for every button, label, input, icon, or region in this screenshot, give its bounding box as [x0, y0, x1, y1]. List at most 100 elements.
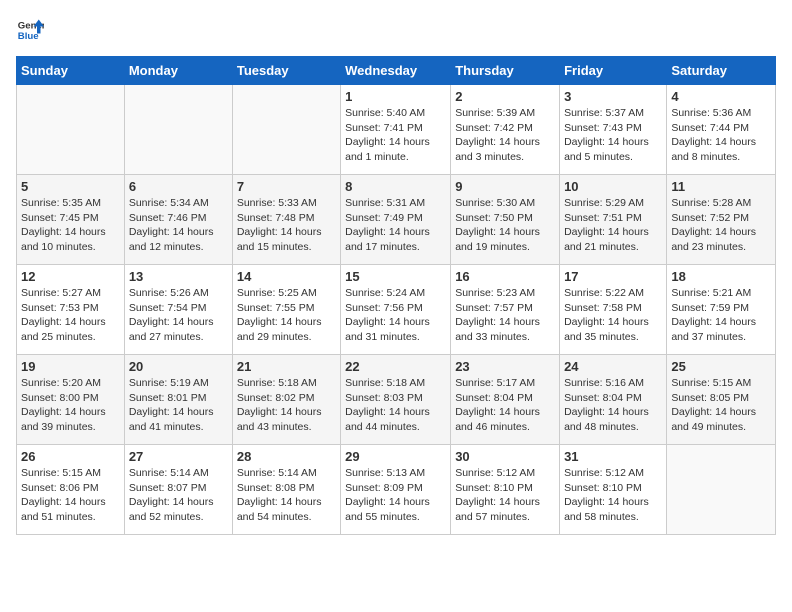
calendar-cell: 14 Sunrise: 5:25 AMSunset: 7:55 PMDayligh…	[232, 265, 340, 355]
day-info: Sunrise: 5:15 AMSunset: 8:05 PMDaylight:…	[671, 376, 771, 435]
calendar-cell: 29 Sunrise: 5:13 AMSunset: 8:09 PMDayligh…	[341, 445, 451, 535]
calendar-table: SundayMondayTuesdayWednesdayThursdayFrid…	[16, 56, 776, 535]
day-number: 5	[21, 179, 120, 194]
day-number: 7	[237, 179, 336, 194]
calendar-cell	[124, 85, 232, 175]
day-info: Sunrise: 5:35 AMSunset: 7:45 PMDaylight:…	[21, 196, 120, 255]
day-number: 15	[345, 269, 446, 284]
day-number: 30	[455, 449, 555, 464]
day-number: 29	[345, 449, 446, 464]
calendar-cell: 26Sunrise: 5:15 AMSunset: 8:06 PMDayligh…	[17, 445, 125, 535]
header-cell-monday: Monday	[124, 57, 232, 85]
day-info: Sunrise: 5:36 AMSunset: 7:44 PMDaylight:…	[671, 106, 771, 165]
day-number: 27	[129, 449, 228, 464]
header-cell-friday: Friday	[560, 57, 667, 85]
calendar-header-row: SundayMondayTuesdayWednesdayThursdayFrid…	[17, 57, 776, 85]
day-info: Sunrise: 5:18 AMSunset: 8:02 PMDaylight:…	[237, 376, 336, 435]
header-cell-thursday: Thursday	[451, 57, 560, 85]
day-info: Sunrise: 5:24 AMSunset: 7:56 PMDaylight:…	[345, 286, 446, 345]
calendar-body: 1 Sunrise: 5:40 AMSunset: 7:41 PMDaylight…	[17, 85, 776, 535]
day-info: Sunrise: 5:16 AMSunset: 8:04 PMDaylight:…	[564, 376, 662, 435]
day-number: 19	[21, 359, 120, 374]
calendar-cell: 20 Sunrise: 5:19 AMSunset: 8:01 PMDayligh…	[124, 355, 232, 445]
header-cell-saturday: Saturday	[667, 57, 776, 85]
logo: General Blue	[16, 16, 44, 44]
calendar-cell	[232, 85, 340, 175]
calendar-cell: 6 Sunrise: 5:34 AMSunset: 7:46 PMDaylight…	[124, 175, 232, 265]
day-info: Sunrise: 5:37 AMSunset: 7:43 PMDaylight:…	[564, 106, 662, 165]
day-info: Sunrise: 5:39 AMSunset: 7:42 PMDaylight:…	[455, 106, 555, 165]
day-number: 2	[455, 89, 555, 104]
day-number: 10	[564, 179, 662, 194]
logo-icon: General Blue	[16, 16, 44, 44]
day-number: 23	[455, 359, 555, 374]
calendar-week-row: 19 Sunrise: 5:20 AMSunset: 8:00 PMDayligh…	[17, 355, 776, 445]
calendar-cell: 12 Sunrise: 5:27 AMSunset: 7:53 PMDayligh…	[17, 265, 125, 355]
calendar-cell: 15 Sunrise: 5:24 AMSunset: 7:56 PMDayligh…	[341, 265, 451, 355]
calendar-cell: 10 Sunrise: 5:29 AMSunset: 7:51 PMDayligh…	[560, 175, 667, 265]
day-info: Sunrise: 5:26 AMSunset: 7:54 PMDaylight:…	[129, 286, 228, 345]
day-info: Sunrise: 5:12 AMSunset: 8:10 PMDaylight:…	[564, 466, 662, 525]
header-cell-wednesday: Wednesday	[341, 57, 451, 85]
day-number: 4	[671, 89, 771, 104]
day-number: 6	[129, 179, 228, 194]
calendar-cell: 22Sunrise: 5:18 AMSunset: 8:03 PMDayligh…	[341, 355, 451, 445]
svg-text:Blue: Blue	[18, 31, 39, 42]
calendar-week-row: 5 Sunrise: 5:35 AMSunset: 7:45 PMDaylight…	[17, 175, 776, 265]
day-number: 16	[455, 269, 555, 284]
day-info: Sunrise: 5:31 AMSunset: 7:49 PMDaylight:…	[345, 196, 446, 255]
day-info: Sunrise: 5:30 AMSunset: 7:50 PMDaylight:…	[455, 196, 555, 255]
calendar-cell: 17 Sunrise: 5:22 AMSunset: 7:58 PMDayligh…	[560, 265, 667, 355]
day-number: 13	[129, 269, 228, 284]
day-number: 9	[455, 179, 555, 194]
day-number: 3	[564, 89, 662, 104]
day-number: 8	[345, 179, 446, 194]
calendar-cell: 18Sunrise: 5:21 AMSunset: 7:59 PMDayligh…	[667, 265, 776, 355]
day-info: Sunrise: 5:34 AMSunset: 7:46 PMDaylight:…	[129, 196, 228, 255]
header-cell-tuesday: Tuesday	[232, 57, 340, 85]
calendar-cell: 25 Sunrise: 5:15 AMSunset: 8:05 PMDayligh…	[667, 355, 776, 445]
day-number: 28	[237, 449, 336, 464]
calendar-week-row: 26Sunrise: 5:15 AMSunset: 8:06 PMDayligh…	[17, 445, 776, 535]
day-number: 22	[345, 359, 446, 374]
day-info: Sunrise: 5:19 AMSunset: 8:01 PMDaylight:…	[129, 376, 228, 435]
day-info: Sunrise: 5:27 AMSunset: 7:53 PMDaylight:…	[21, 286, 120, 345]
calendar-cell: 27Sunrise: 5:14 AMSunset: 8:07 PMDayligh…	[124, 445, 232, 535]
day-number: 31	[564, 449, 662, 464]
day-number: 20	[129, 359, 228, 374]
calendar-cell: 31 Sunrise: 5:12 AMSunset: 8:10 PMDayligh…	[560, 445, 667, 535]
calendar-cell: 4 Sunrise: 5:36 AMSunset: 7:44 PMDaylight…	[667, 85, 776, 175]
day-info: Sunrise: 5:29 AMSunset: 7:51 PMDaylight:…	[564, 196, 662, 255]
day-info: Sunrise: 5:20 AMSunset: 8:00 PMDaylight:…	[21, 376, 120, 435]
day-number: 25	[671, 359, 771, 374]
day-number: 11	[671, 179, 771, 194]
day-info: Sunrise: 5:13 AMSunset: 8:09 PMDaylight:…	[345, 466, 446, 525]
day-info: Sunrise: 5:25 AMSunset: 7:55 PMDaylight:…	[237, 286, 336, 345]
calendar-cell	[17, 85, 125, 175]
day-info: Sunrise: 5:17 AMSunset: 8:04 PMDaylight:…	[455, 376, 555, 435]
day-number: 1	[345, 89, 446, 104]
day-info: Sunrise: 5:15 AMSunset: 8:06 PMDaylight:…	[21, 466, 120, 525]
calendar-cell	[667, 445, 776, 535]
calendar-week-row: 1 Sunrise: 5:40 AMSunset: 7:41 PMDaylight…	[17, 85, 776, 175]
day-number: 17	[564, 269, 662, 284]
calendar-cell: 8 Sunrise: 5:31 AMSunset: 7:49 PMDaylight…	[341, 175, 451, 265]
day-number: 12	[21, 269, 120, 284]
day-number: 14	[237, 269, 336, 284]
header-cell-sunday: Sunday	[17, 57, 125, 85]
calendar-cell: 21 Sunrise: 5:18 AMSunset: 8:02 PMDayligh…	[232, 355, 340, 445]
calendar-cell: 5 Sunrise: 5:35 AMSunset: 7:45 PMDaylight…	[17, 175, 125, 265]
calendar-cell: 16 Sunrise: 5:23 AMSunset: 7:57 PMDayligh…	[451, 265, 560, 355]
day-info: Sunrise: 5:23 AMSunset: 7:57 PMDaylight:…	[455, 286, 555, 345]
day-info: Sunrise: 5:33 AMSunset: 7:48 PMDaylight:…	[237, 196, 336, 255]
calendar-cell: 13 Sunrise: 5:26 AMSunset: 7:54 PMDayligh…	[124, 265, 232, 355]
day-info: Sunrise: 5:22 AMSunset: 7:58 PMDaylight:…	[564, 286, 662, 345]
calendar-cell: 30Sunrise: 5:12 AMSunset: 8:10 PMDayligh…	[451, 445, 560, 535]
calendar-cell: 1 Sunrise: 5:40 AMSunset: 7:41 PMDaylight…	[341, 85, 451, 175]
day-number: 24	[564, 359, 662, 374]
calendar-week-row: 12 Sunrise: 5:27 AMSunset: 7:53 PMDayligh…	[17, 265, 776, 355]
day-info: Sunrise: 5:40 AMSunset: 7:41 PMDaylight:…	[345, 106, 446, 165]
calendar-cell: 3 Sunrise: 5:37 AMSunset: 7:43 PMDaylight…	[560, 85, 667, 175]
calendar-cell: 7 Sunrise: 5:33 AMSunset: 7:48 PMDaylight…	[232, 175, 340, 265]
day-number: 21	[237, 359, 336, 374]
